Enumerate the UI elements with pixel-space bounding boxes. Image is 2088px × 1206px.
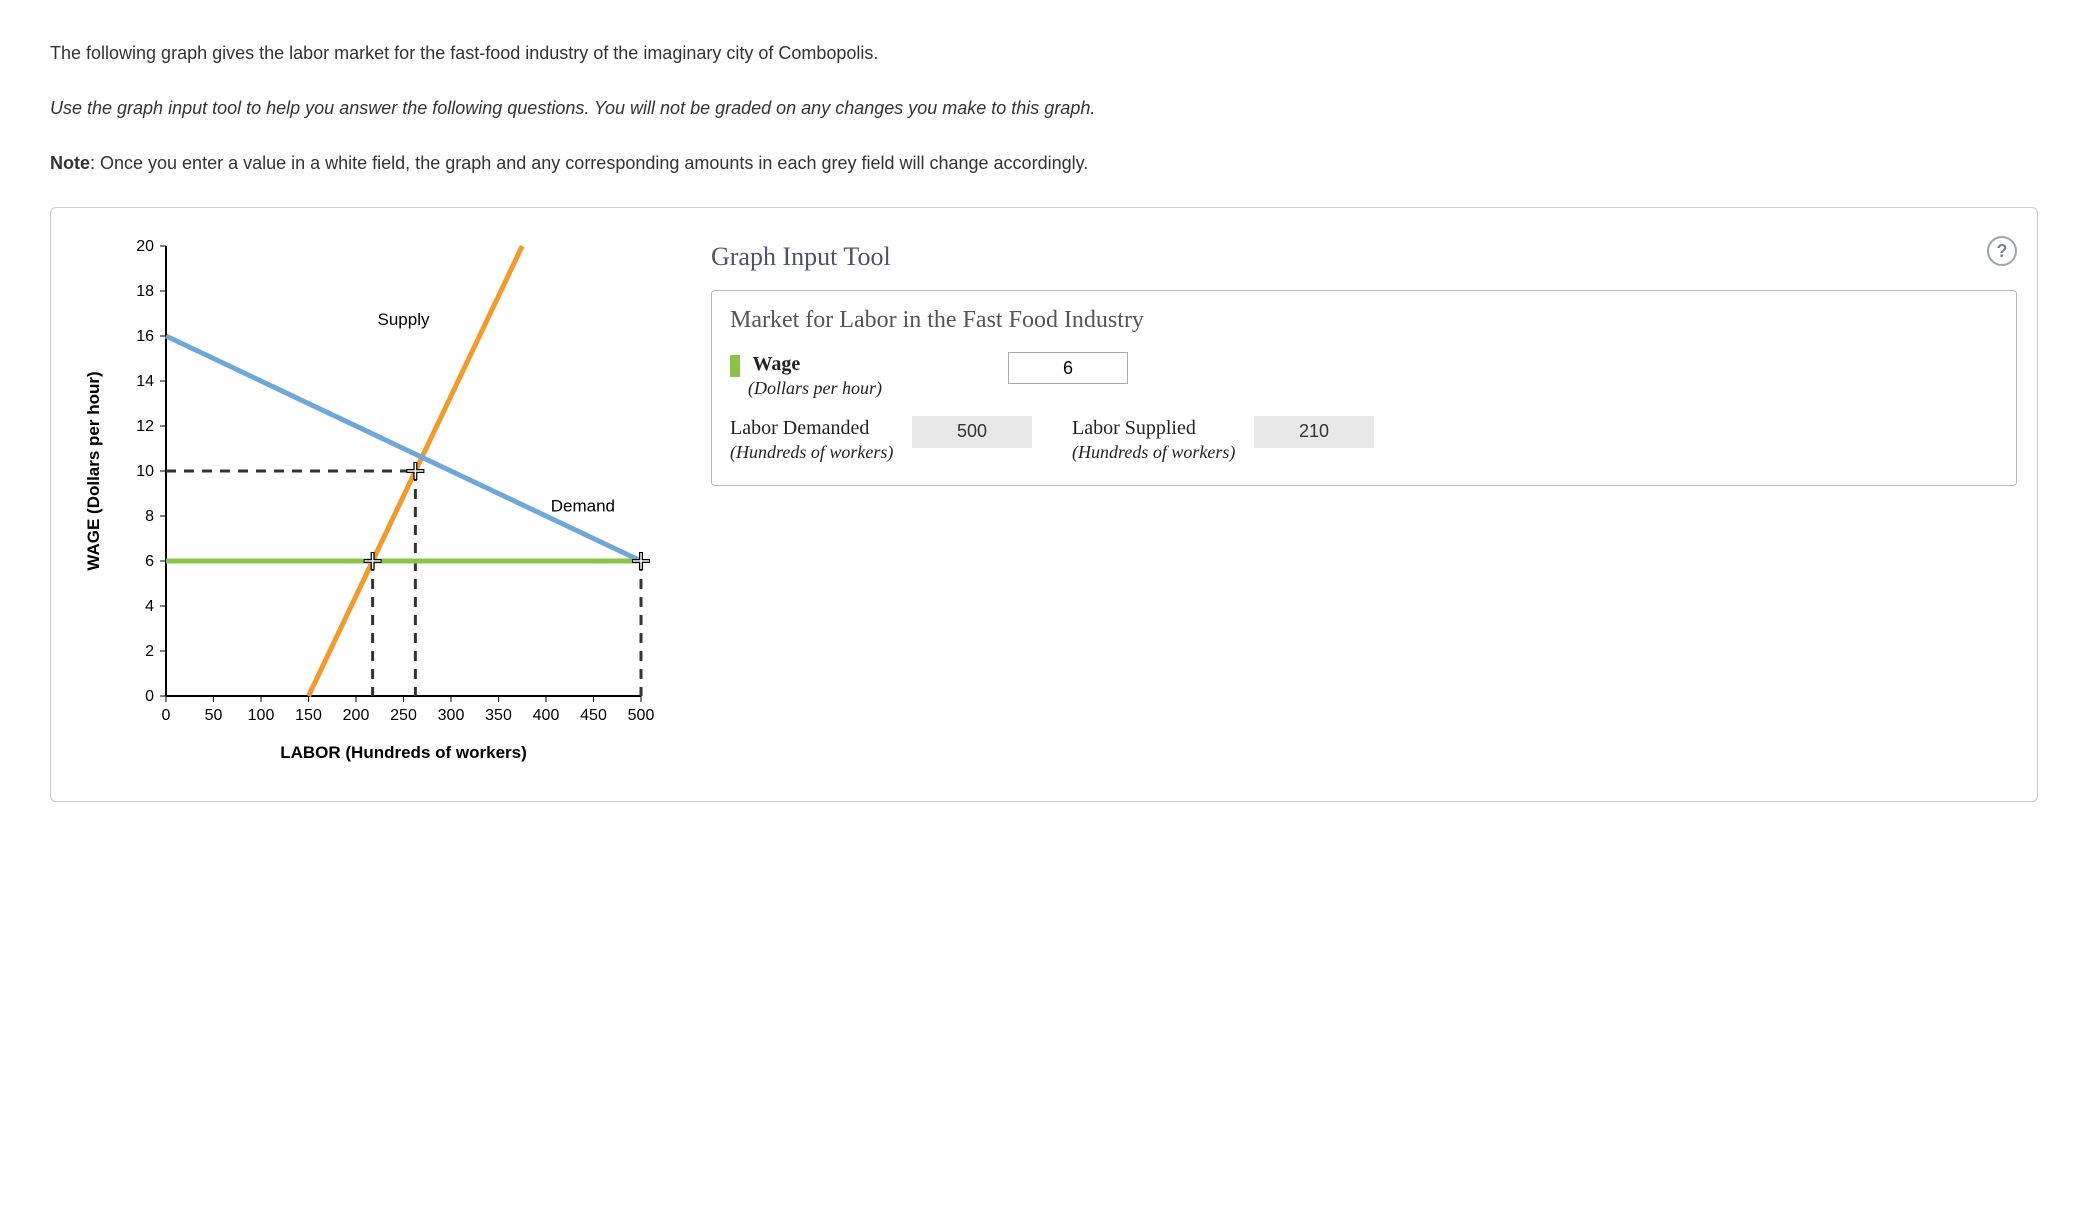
- demand-col: Labor Demanded (Hundreds of workers) 500: [730, 416, 1032, 464]
- wage-input[interactable]: [1008, 352, 1128, 384]
- chart-container: 0 50 100 150 200 250 300 350 400 450 500 0 2 4 6 8 10 12 1…: [71, 236, 671, 781]
- labor-demanded-value: 500: [912, 416, 1032, 448]
- svg-text:6: 6: [145, 553, 154, 570]
- intro-note: Note: Once you enter a value in a white …: [50, 150, 2038, 177]
- svg-text:250: 250: [390, 707, 417, 724]
- help-icon[interactable]: ?: [1987, 236, 2017, 266]
- svg-text:350: 350: [485, 707, 512, 724]
- svg-text:14: 14: [136, 373, 154, 390]
- tool-panel: 0 50 100 150 200 250 300 350 400 450 500 0 2 4 6 8 10 12 1…: [50, 207, 2038, 802]
- svg-text:2: 2: [145, 643, 154, 660]
- svg-text:LABOR (Hundreds of workers): LABOR (Hundreds of workers): [280, 743, 527, 762]
- labor-supplied-value: 210: [1254, 416, 1374, 448]
- svg-text:18: 18: [136, 283, 154, 300]
- svg-text:100: 100: [248, 707, 275, 724]
- svg-text:12: 12: [136, 418, 154, 435]
- input-panel: ? Graph Input Tool Market for Labor in t…: [711, 236, 2017, 781]
- labor-market-chart[interactable]: 0 50 100 150 200 250 300 350 400 450 500 0 2 4 6 8 10 12 1…: [71, 236, 671, 776]
- svg-text:WAGE (Dollars per hour): WAGE (Dollars per hour): [84, 371, 103, 570]
- wage-label: Wage (Dollars per hour): [730, 352, 990, 400]
- panel-title: Graph Input Tool: [711, 242, 2017, 272]
- wage-row: Wage (Dollars per hour): [730, 352, 1998, 400]
- svg-text:450: 450: [580, 707, 607, 724]
- svg-text:4: 4: [145, 598, 154, 615]
- intro-p2: Use the graph input tool to help you ans…: [50, 95, 2038, 122]
- svg-text:200: 200: [343, 707, 370, 724]
- svg-text:8: 8: [145, 508, 154, 525]
- svg-text:20: 20: [136, 238, 154, 255]
- svg-text:150: 150: [295, 707, 322, 724]
- svg-text:400: 400: [533, 707, 560, 724]
- quantities-row: Labor Demanded (Hundreds of workers) 500…: [730, 416, 1998, 464]
- svg-text:300: 300: [438, 707, 465, 724]
- svg-text:0: 0: [145, 688, 154, 705]
- svg-text:Supply: Supply: [378, 310, 430, 329]
- labor-demanded-label: Labor Demanded (Hundreds of workers): [730, 416, 900, 464]
- svg-text:Demand: Demand: [551, 497, 615, 516]
- intro-p1: The following graph gives the labor mark…: [50, 40, 2038, 67]
- market-panel: Market for Labor in the Fast Food Indust…: [711, 290, 2017, 486]
- market-title: Market for Labor in the Fast Food Indust…: [730, 307, 1998, 334]
- svg-text:10: 10: [136, 463, 154, 480]
- svg-text:16: 16: [136, 328, 154, 345]
- wage-swatch-icon: [730, 355, 740, 377]
- supply-col: Labor Supplied (Hundreds of workers) 210: [1072, 416, 1374, 464]
- svg-text:50: 50: [205, 707, 223, 724]
- svg-text:500: 500: [628, 707, 655, 724]
- intro-text: The following graph gives the labor mark…: [50, 40, 2038, 177]
- svg-text:0: 0: [162, 707, 171, 724]
- labor-supplied-label: Labor Supplied (Hundreds of workers): [1072, 416, 1242, 464]
